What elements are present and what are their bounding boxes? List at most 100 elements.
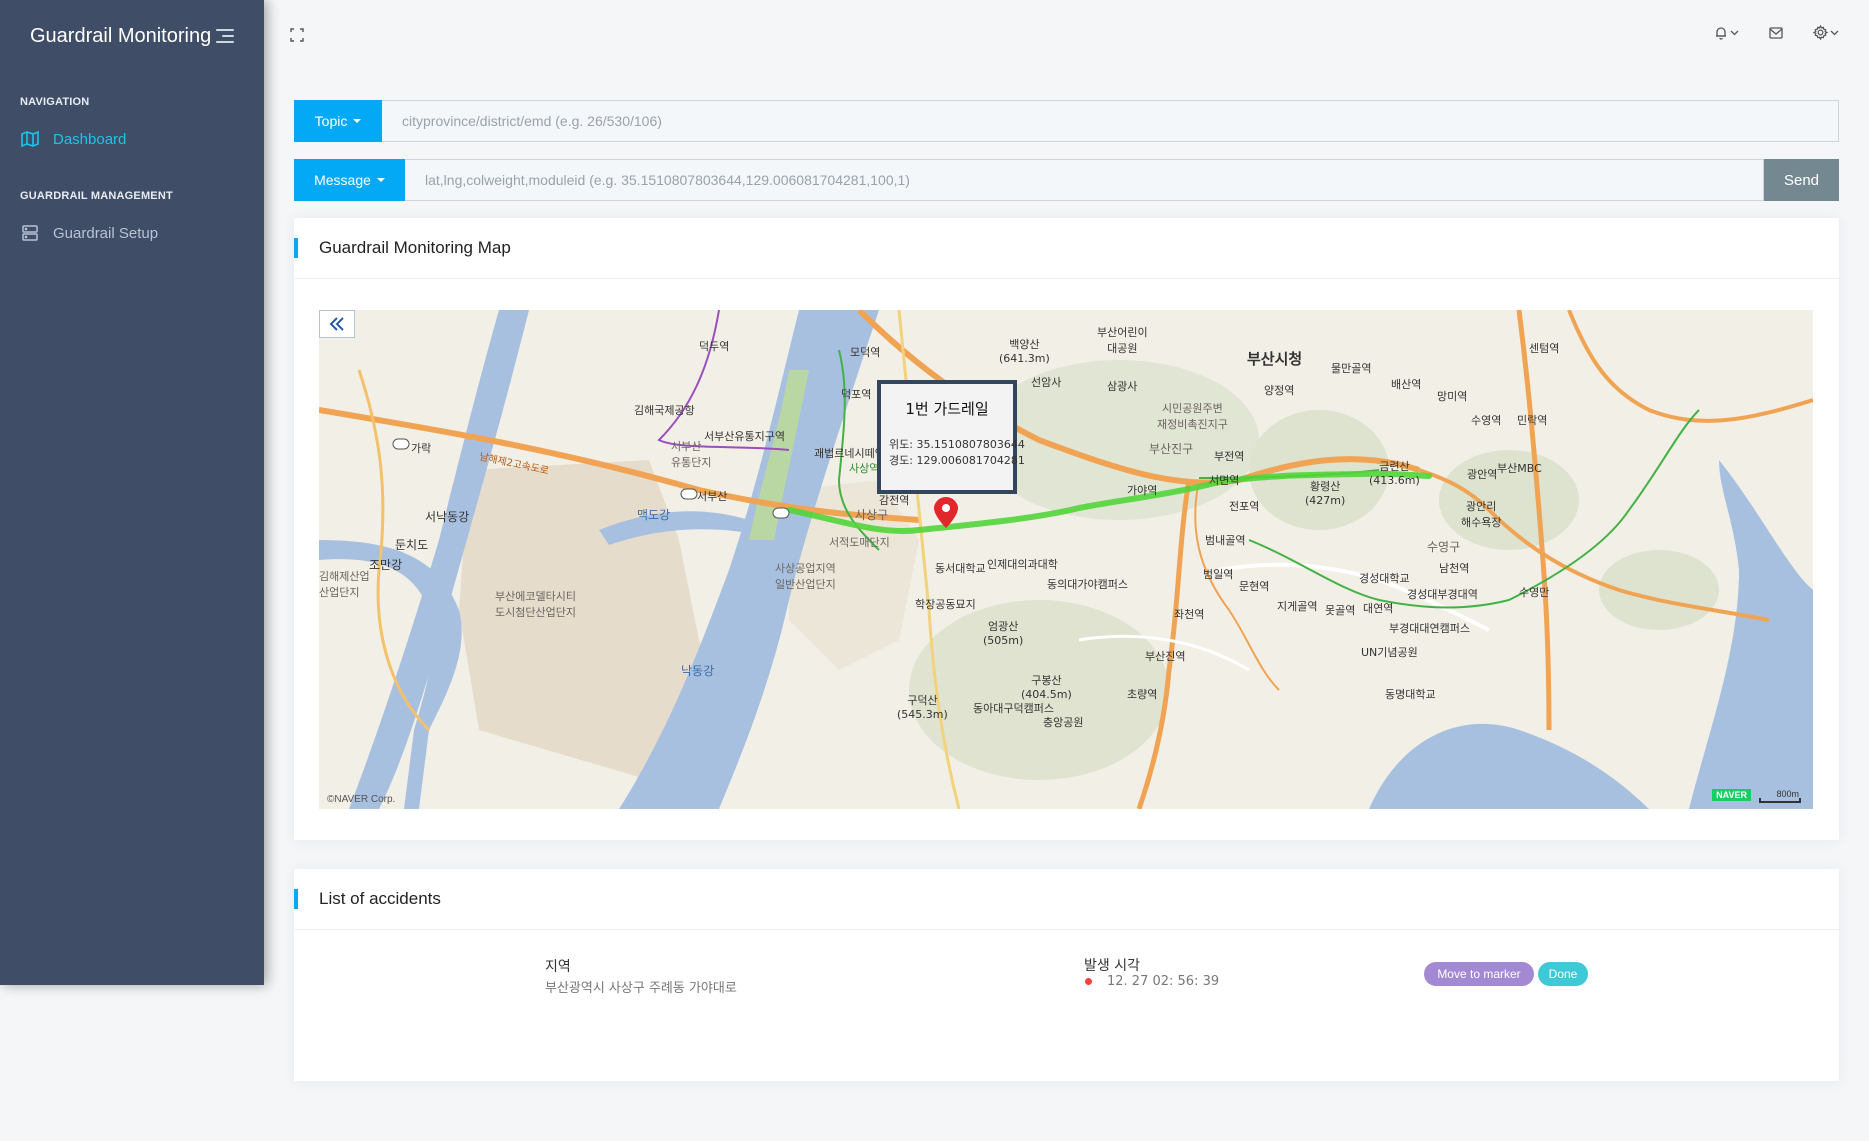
message-button-label: Message xyxy=(314,172,371,188)
messages-button[interactable] xyxy=(1769,26,1783,39)
brand-title: Guardrail Monitoring xyxy=(30,24,212,47)
map-label: 수영역 xyxy=(1471,414,1502,427)
menu-toggle-icon[interactable] xyxy=(214,29,234,43)
guardrail-map[interactable]: 부산시청 덕두역 김해국제공항 서부산유통지구역 서부산 유통단지 괘법르네시떼… xyxy=(319,310,1813,809)
map-label: 삼광사 xyxy=(1107,380,1138,393)
guardrail-info-popup: 1번 가드레일 위도: 35.1510807803644 경도: 129.006… xyxy=(877,380,1025,494)
map-label: 부산시청 xyxy=(1247,350,1303,368)
map-label: 서적도매단지 xyxy=(829,536,890,549)
map-label: 부산에코델타시티 도시첨단산업단지 xyxy=(495,590,576,619)
server-icon xyxy=(20,223,40,243)
map-label: 부산진역 xyxy=(1145,650,1186,663)
mail-icon xyxy=(1769,26,1783,39)
topic-row: Topic xyxy=(294,100,1839,142)
map-scale-bar xyxy=(1759,798,1801,803)
sidebar-item-label: Dashboard xyxy=(53,130,127,148)
map-label: 선암사 xyxy=(1031,376,1062,389)
time-label: 발생 시각 xyxy=(1084,958,1140,974)
map-label: 맥도강 xyxy=(637,508,671,522)
settings-button[interactable] xyxy=(1813,25,1839,40)
map-copyright: ©NAVER Corp. xyxy=(327,794,396,805)
topic-dropdown-button[interactable]: Topic xyxy=(294,100,382,142)
popup-longitude: 경도: 129.006081704281 xyxy=(889,454,1025,467)
map-label: 엄광산 (505m) xyxy=(983,620,1024,647)
map-label: 서부산 xyxy=(697,490,728,503)
map-label: 황령산 (427m) xyxy=(1305,480,1346,507)
map-label: 좌천역 xyxy=(1174,608,1205,621)
done-button[interactable]: Done xyxy=(1538,962,1588,986)
map-label: 광안리 해수욕장 xyxy=(1461,500,1502,529)
map-label: 감전역 xyxy=(879,494,910,507)
map-label: 서면역 xyxy=(1209,474,1240,487)
map-label: 부전역 xyxy=(1214,450,1245,463)
map-label: 망미역 xyxy=(1437,390,1468,403)
sidebar-item-guardrail-setup[interactable]: Guardrail Setup xyxy=(0,208,264,258)
map-label: 부산진구 xyxy=(1149,442,1194,456)
map-label: 민락역 xyxy=(1517,414,1548,427)
move-to-marker-button[interactable]: Move to marker xyxy=(1424,962,1534,986)
map-label: 센텀역 xyxy=(1529,342,1560,355)
map-label: 둔치도 xyxy=(395,538,429,552)
chevron-down-icon xyxy=(1730,30,1739,36)
map-icon xyxy=(20,129,40,149)
map-label: 시민공원주변 재정비촉진지구 xyxy=(1157,402,1228,431)
top-bar xyxy=(264,0,1869,72)
map-label: 김해제산업 산업단지 xyxy=(319,570,370,599)
map-label: 수영만 xyxy=(1519,586,1550,599)
popup-latitude: 위도: 35.1510807803644 xyxy=(889,438,1025,451)
map-label: 동명대학교 xyxy=(1385,688,1436,701)
map-label: 못골역 xyxy=(1325,604,1356,617)
map-label: 부산어린이 대공원 xyxy=(1097,326,1148,355)
brand: Guardrail Monitoring xyxy=(0,0,264,72)
map-label: 대연역 xyxy=(1363,602,1394,615)
map-label: 구덕산 (545.3m) xyxy=(897,694,948,721)
map-label: 백양산 (641.3m) xyxy=(999,338,1050,365)
message-input[interactable] xyxy=(405,159,1764,201)
map-label: 서낙동강 xyxy=(425,510,470,524)
region-label: 지역 xyxy=(545,959,571,975)
map-card-title: Guardrail Monitoring Map xyxy=(294,218,1839,279)
sidebar-item-dashboard[interactable]: Dashboard xyxy=(0,114,264,164)
map-label: 양정역 xyxy=(1264,384,1295,397)
message-dropdown-button[interactable]: Message xyxy=(294,159,405,201)
nav-caption-guardrail-management: GUARDRAIL MANAGEMENT xyxy=(20,190,173,202)
naver-logo: NAVER xyxy=(1712,789,1751,801)
map-label: 가야역 xyxy=(1127,484,1158,497)
map-label: 덕두역 xyxy=(699,340,730,353)
map-background xyxy=(319,310,1813,809)
map-label: 범일역 xyxy=(1203,568,1234,581)
header-actions xyxy=(1714,25,1839,40)
map-label: 광안역 xyxy=(1467,468,1498,481)
nav-caption-navigation: NAVIGATION xyxy=(20,96,90,108)
time-value: 12. 27 02: 56: 39 xyxy=(1107,974,1220,989)
map-label: 부경대대연캠퍼스 xyxy=(1389,622,1470,635)
map-label: 사상공업지역 일반산업단지 xyxy=(775,562,836,591)
collapse-panel-button[interactable] xyxy=(319,310,355,338)
notifications-button[interactable] xyxy=(1714,26,1739,40)
gear-icon xyxy=(1813,25,1828,40)
accidents-card: List of accidents 지역 부산광역시 사상구 주례동 가야대로 … xyxy=(294,869,1839,1081)
caret-down-icon xyxy=(353,119,362,123)
map-label: 충앙공원 xyxy=(1043,716,1084,729)
map-label: 구봉산 (404.5m) xyxy=(1021,674,1072,701)
caret-down-icon xyxy=(376,178,385,182)
fullscreen-icon[interactable] xyxy=(290,28,304,42)
topic-input[interactable] xyxy=(382,100,1839,142)
send-button[interactable]: Send xyxy=(1764,159,1839,201)
map-label: 경성대부경대역 xyxy=(1407,588,1478,601)
bell-icon xyxy=(1716,26,1726,40)
map-label: 동서대학교 xyxy=(935,562,986,575)
map-label: 경성대학교 xyxy=(1359,572,1410,585)
sidebar-item-label: Guardrail Setup xyxy=(53,224,159,242)
map-label: 부산MBC xyxy=(1497,462,1542,475)
chevron-down-icon xyxy=(1830,30,1839,36)
map-label: 동아대구덕캠퍼스 xyxy=(973,702,1054,715)
status-dot-icon xyxy=(1085,978,1092,985)
map-label: 범내골역 xyxy=(1205,534,1246,547)
map-label: 낙동강 xyxy=(681,664,715,678)
region-value: 부산광역시 사상구 주례동 가야대로 xyxy=(545,981,737,996)
map-label: 모덕역 xyxy=(850,346,881,359)
sidebar: Guardrail Monitoring NAVIGATION Dashboar… xyxy=(0,0,264,985)
map-label: 초량역 xyxy=(1127,688,1158,701)
map-label: 물만골역 xyxy=(1331,362,1372,375)
